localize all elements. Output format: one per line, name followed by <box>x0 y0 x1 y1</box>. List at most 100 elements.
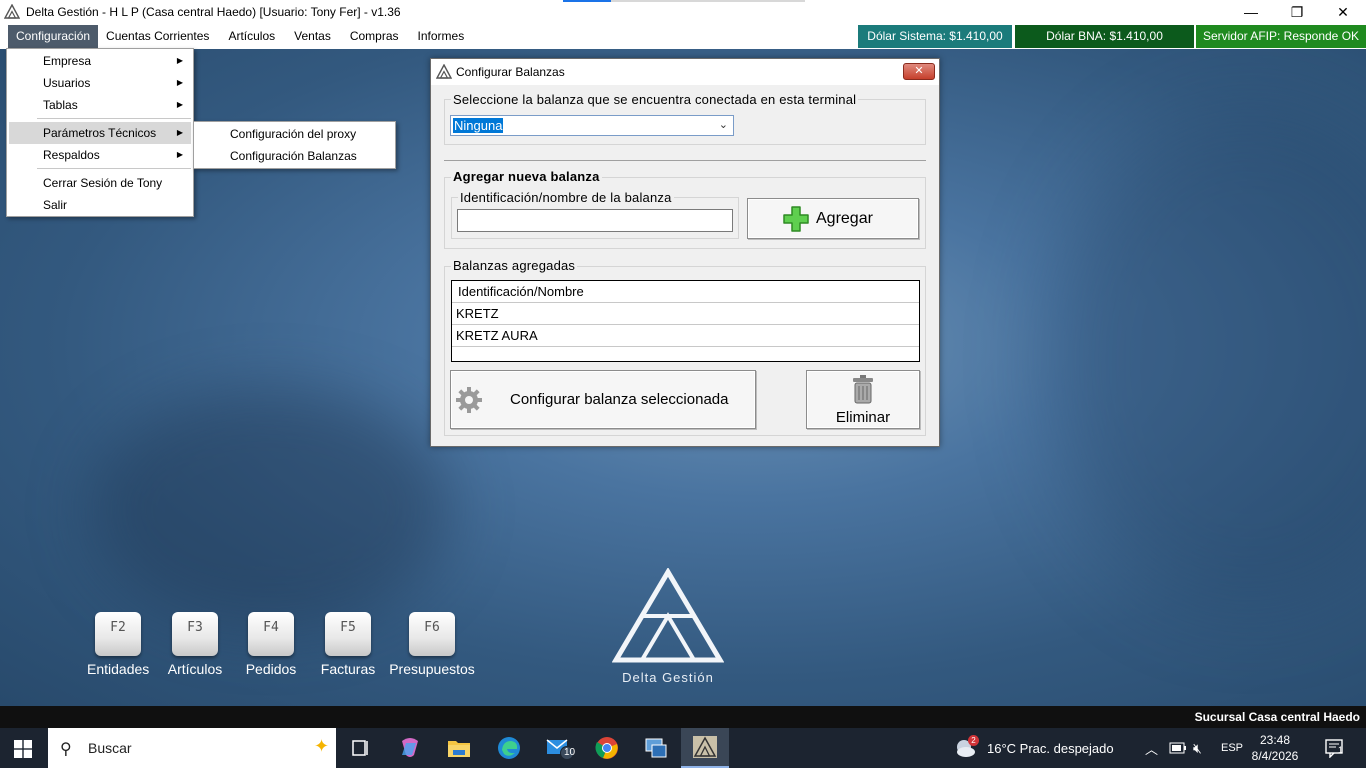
menu-informes[interactable]: Informes <box>410 25 473 48</box>
menu-item-respaldos[interactable]: Respaldos ▶ <box>9 144 191 166</box>
table-header[interactable]: Identificación/Nombre <box>452 281 919 303</box>
identificacion-input[interactable] <box>457 209 733 232</box>
notifications-badge: 1 <box>1338 745 1344 755</box>
volume-muted-icon[interactable]: 🔇︎ <box>1193 728 1202 768</box>
menu-item-cerrar-sesion[interactable]: Cerrar Sesión de Tony <box>9 172 191 194</box>
eliminar-button[interactable]: Eliminar <box>806 370 920 429</box>
configurar-balanzas-dialog: Configurar Balanzas ✕ Seleccione la bala… <box>430 58 940 447</box>
branch-bar: Sucursal Casa central Haedo <box>0 706 1366 728</box>
delta-gestion-logo <box>612 568 724 663</box>
menu-cuentas-corrientes[interactable]: Cuentas Corrientes <box>98 25 217 48</box>
notifications-icon[interactable]: 1 <box>1324 728 1344 768</box>
show-hidden-icons-chevron-icon[interactable]: ︿ <box>1145 728 1158 768</box>
submenu-arrow-icon: ▶ <box>176 150 183 159</box>
agregar-button[interactable]: Agregar <box>747 198 919 239</box>
shortcut-pedidos[interactable]: F4 Pedidos <box>240 612 302 677</box>
task-view-icon[interactable] <box>336 728 384 768</box>
submenu-arrow-icon: ▶ <box>176 128 183 137</box>
window-title: Delta Gestión - H L P (Casa central Haed… <box>26 5 401 19</box>
delta-gestion-taskbar-icon[interactable] <box>681 728 729 768</box>
submenu-arrow-icon: ▶ <box>176 100 183 109</box>
shortcut-label: Pedidos <box>245 661 297 677</box>
windows-start-icon[interactable] <box>14 740 32 758</box>
menu-separator <box>37 118 191 119</box>
window-titlebar: Delta Gestión - H L P (Casa central Haed… <box>0 0 1366 24</box>
weather-badge: 2 <box>968 735 979 746</box>
shortcut-articulos[interactable]: F3 Artículos <box>164 612 226 677</box>
submenu-arrow-icon: ▶ <box>176 56 183 65</box>
menu-configuracion[interactable]: Configuración <box>8 25 99 48</box>
close-button[interactable]: ✕ <box>1320 0 1366 24</box>
background-shade <box>90 389 450 629</box>
menu-item-label: Tablas <box>43 98 78 112</box>
shortcut-label: Entidades <box>87 661 150 677</box>
mail-icon[interactable]: 10 <box>535 728 583 768</box>
menu-item-configuracion-proxy[interactable]: Configuración del proxy <box>196 123 393 145</box>
edge-browser-icon[interactable] <box>485 728 533 768</box>
menu-item-tablas[interactable]: Tablas ▶ <box>9 94 191 116</box>
shortcut-label: Facturas <box>320 661 376 677</box>
f2-key-icon: F2 <box>95 612 141 656</box>
clock-time: 23:48 <box>1259 733 1291 747</box>
minimize-button[interactable]: — <box>1228 0 1274 24</box>
menu-articulos[interactable]: Artículos <box>220 25 283 48</box>
weather-text: 16°C Prac. despejado <box>987 740 1114 756</box>
clock[interactable]: 23:48 8/4/2026 <box>1244 732 1306 764</box>
logo-text: Delta Gestión <box>622 670 714 685</box>
menu-item-label: Respaldos <box>43 148 100 162</box>
table-row[interactable]: KRETZ <box>452 303 919 325</box>
menu-item-usuarios[interactable]: Usuarios ▶ <box>9 72 191 94</box>
identificacion-label: Identificación/nombre de la balanza <box>458 190 674 205</box>
menu-bar: Configuración Cuentas Corrientes Artícul… <box>0 24 1366 66</box>
menu-item-label: Parámetros Técnicos <box>43 126 157 140</box>
menu-compras[interactable]: Compras <box>342 25 407 48</box>
balanza-select-value: Ninguna <box>453 118 504 133</box>
copilot-icon[interactable] <box>386 728 434 768</box>
tab-indicator-track <box>611 0 805 2</box>
shortcut-facturas[interactable]: F5 Facturas <box>317 612 379 677</box>
menu-item-empresa[interactable]: Empresa ▶ <box>9 50 191 72</box>
balanza-select[interactable]: Ninguna ⌄ <box>450 115 734 136</box>
dialog-titlebar: Configurar Balanzas ✕ <box>431 59 939 85</box>
trash-icon <box>853 375 873 404</box>
shortcut-presupuestos[interactable]: F6 Presupuestos <box>388 612 476 677</box>
configurar-balanza-label: Configurar balanza seleccionada <box>510 391 729 408</box>
restore-button[interactable]: ❐ <box>1274 0 1320 24</box>
file-explorer-icon[interactable] <box>435 728 483 768</box>
menu-separator <box>37 168 191 169</box>
table-row[interactable]: KRETZ AURA <box>452 325 919 347</box>
status-dolar-bna: Dólar BNA: $1.410,00 ($1.833,00) <box>1015 25 1194 66</box>
status-dolar-sistema: Dólar Sistema: $1.410,00 <box>858 25 1012 48</box>
shortcut-label: Presupuestos <box>389 661 475 677</box>
menu-item-salir[interactable]: Salir <box>9 194 191 216</box>
dialog-close-button[interactable]: ✕ <box>903 63 935 80</box>
clock-date: 8/4/2026 <box>1251 749 1299 763</box>
chrome-icon[interactable] <box>583 728 631 768</box>
menu-ventas[interactable]: Ventas <box>286 25 339 48</box>
branch-name: Sucursal Casa central Haedo <box>1194 710 1360 724</box>
f4-key-icon: F4 <box>248 612 294 656</box>
battery-icon[interactable] <box>1169 728 1187 768</box>
language-indicator[interactable]: ESP <box>1221 728 1243 768</box>
weather-widget[interactable]: 2 16°C Prac. despejado <box>954 728 1114 768</box>
select-balanza-label: Seleccione la balanza que se encuentra c… <box>451 92 859 107</box>
tab-indicator <box>563 0 611 2</box>
divider <box>444 160 926 161</box>
configuracion-menu: Empresa ▶ Usuarios ▶ Tablas ▶ Parámetros… <box>6 48 194 217</box>
menu-item-parametros-tecnicos[interactable]: Parámetros Técnicos ▶ <box>9 122 191 144</box>
plus-icon <box>783 206 809 232</box>
eliminar-button-label: Eliminar <box>835 409 891 426</box>
menu-item-configuracion-balanzas[interactable]: Configuración Balanzas <box>196 145 393 167</box>
menu-item-label: Usuarios <box>43 76 91 90</box>
f6-key-icon: F6 <box>409 612 455 656</box>
shortcut-entidades[interactable]: F2 Entidades <box>87 612 149 677</box>
balanzas-agregadas-label: Balanzas agregadas <box>451 258 578 273</box>
taskbar-search[interactable]: ⚲ Buscar ✦ <box>48 728 336 768</box>
background-shade <box>1050 109 1366 609</box>
delta-app-icon <box>4 4 20 19</box>
remote-desktop-icon[interactable] <box>632 728 680 768</box>
mail-badge: 10 <box>564 747 576 758</box>
configurar-balanza-button[interactable]: Configurar balanza seleccionada <box>450 370 756 429</box>
chevron-down-icon: ⌄ <box>718 119 728 131</box>
search-icon: ⚲ <box>60 741 72 758</box>
